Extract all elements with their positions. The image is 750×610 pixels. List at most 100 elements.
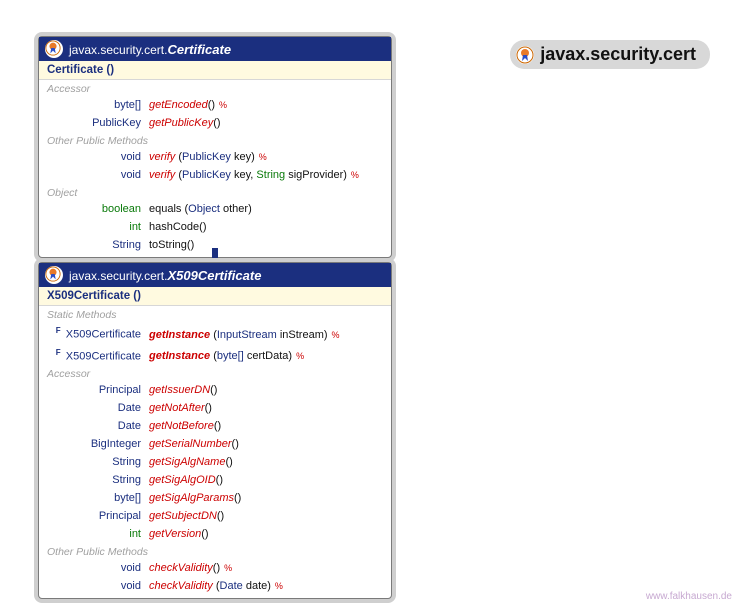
params: (InputStream inStream)	[210, 327, 327, 343]
method-name: getNotBefore	[149, 418, 214, 434]
class-header-certificate: javax.security.cert.Certificate	[39, 37, 391, 61]
inheritance-connector	[212, 248, 218, 262]
method-getinstance-2: FX509Certificate getInstance (byte[] cer…	[39, 344, 391, 366]
params: ()	[201, 526, 208, 542]
return-type: Principal	[47, 508, 149, 524]
throws-marker: %	[219, 97, 227, 113]
method-name: getInstance	[149, 327, 210, 343]
params: ()	[217, 508, 224, 524]
method-get-sig-alg-name: String getSigAlgName ()	[39, 453, 391, 471]
cert-icon	[516, 46, 534, 64]
params: (Date date)	[213, 578, 271, 594]
section-accessor: Accessor	[39, 80, 391, 96]
return-type: String	[47, 472, 149, 488]
return-type: byte[]	[47, 97, 149, 113]
method-name: getSerialNumber	[149, 436, 232, 452]
class-box-certificate: javax.security.cert.Certificate Certific…	[38, 36, 392, 258]
method-equals: boolean equals (Object other)	[39, 200, 391, 218]
params: ()	[213, 115, 220, 131]
params: (PublicKey key, String sigProvider)	[175, 167, 347, 183]
section-accessor: Accessor	[39, 365, 391, 381]
return-type: String	[47, 454, 149, 470]
method-get-issuer-dn: Principal getIssuerDN ()	[39, 381, 391, 399]
return-type: void	[47, 578, 149, 594]
method-name: verify	[149, 167, 175, 183]
method-get-public-key: PublicKey getPublicKey ()	[39, 114, 391, 132]
page-title: javax.security.cert	[540, 44, 696, 65]
method-name: getSigAlgOID	[149, 472, 216, 488]
params: ()	[234, 490, 241, 506]
params: (Object other)	[181, 201, 251, 217]
throws-marker: %	[351, 167, 359, 183]
return-type: FX509Certificate	[47, 323, 149, 343]
section-other: Other Public Methods	[39, 543, 391, 559]
section-object: Object	[39, 184, 391, 200]
class-name: Certificate	[167, 42, 231, 57]
method-check-validity-2: void checkValidity (Date date) %	[39, 577, 391, 598]
method-get-version: int getVersion ()	[39, 525, 391, 543]
params: ()	[210, 382, 217, 398]
method-name: getNotAfter	[149, 400, 205, 416]
return-type: BigInteger	[47, 436, 149, 452]
package-name: javax.security.cert.	[69, 269, 167, 283]
return-type: FX509Certificate	[47, 345, 149, 365]
method-name: getSubjectDN	[149, 508, 217, 524]
return-type: void	[47, 167, 149, 183]
throws-marker: %	[332, 327, 340, 343]
params: ()	[208, 97, 215, 113]
cert-icon	[45, 40, 63, 58]
method-get-sig-alg-params: byte[] getSigAlgParams ()	[39, 489, 391, 507]
method-name: getIssuerDN	[149, 382, 210, 398]
params: ()	[187, 237, 194, 253]
return-type: byte[]	[47, 490, 149, 506]
constructor-x509: X509Certificate ()	[39, 287, 391, 306]
method-name: getEncoded	[149, 97, 208, 113]
method-verify-2: void verify (PublicKey key, String sigPr…	[39, 166, 391, 184]
return-type: void	[47, 560, 149, 576]
return-type: Date	[47, 418, 149, 434]
params: ()	[225, 454, 232, 470]
throws-marker: %	[259, 149, 267, 165]
footer-credit: www.falkhausen.de	[646, 591, 732, 602]
class-qualified-name: javax.security.cert.X509Certificate	[69, 268, 261, 283]
method-name: verify	[149, 149, 175, 165]
package-name: javax.security.cert.	[69, 43, 167, 57]
return-type: String	[47, 237, 149, 253]
method-get-encoded: byte[] getEncoded () %	[39, 96, 391, 114]
method-get-not-after: Date getNotAfter ()	[39, 399, 391, 417]
throws-marker: %	[224, 560, 232, 576]
method-name: checkValidity	[149, 578, 213, 594]
method-name: getPublicKey	[149, 115, 213, 131]
method-name: getSigAlgName	[149, 454, 225, 470]
method-name: toString	[149, 237, 187, 253]
method-hash-code: int hashCode ()	[39, 218, 391, 236]
method-getinstance-1: FX509Certificate getInstance (InputStrea…	[39, 322, 391, 344]
throws-marker: %	[296, 348, 304, 364]
return-type: PublicKey	[47, 115, 149, 131]
constructor-certificate: Certificate ()	[39, 61, 391, 80]
method-get-not-before: Date getNotBefore ()	[39, 417, 391, 435]
return-type: Principal	[47, 382, 149, 398]
params: ()	[232, 436, 239, 452]
page-title-badge: javax.security.cert	[510, 40, 710, 69]
method-verify-1: void verify (PublicKey key) %	[39, 148, 391, 166]
params: ()	[205, 400, 212, 416]
method-get-serial-number: BigInteger getSerialNumber ()	[39, 435, 391, 453]
method-name: getVersion	[149, 526, 201, 542]
method-name: hashCode	[149, 219, 199, 235]
method-name: equals	[149, 201, 181, 217]
section-other: Other Public Methods	[39, 132, 391, 148]
class-box-x509certificate: javax.security.cert.X509Certificate X509…	[38, 262, 392, 599]
method-check-validity-1: void checkValidity () %	[39, 559, 391, 577]
class-name: X509Certificate	[167, 268, 261, 283]
params: ()	[216, 472, 223, 488]
params: ()	[213, 560, 220, 576]
return-type: boolean	[47, 201, 149, 217]
return-type: Date	[47, 400, 149, 416]
method-get-sig-alg-oid: String getSigAlgOID ()	[39, 471, 391, 489]
params: ()	[199, 219, 206, 235]
params: (byte[] certData)	[210, 348, 292, 364]
return-type: void	[47, 149, 149, 165]
class-header-x509: javax.security.cert.X509Certificate	[39, 263, 391, 287]
return-type: int	[47, 219, 149, 235]
